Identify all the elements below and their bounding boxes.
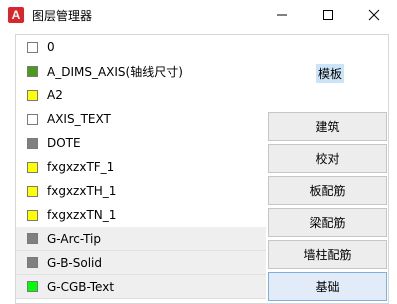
layer-name: A_DIMS_AXIS(轴线尺寸) [47,64,183,79]
layer-name: A2 [47,88,63,102]
layer-row[interactable]: 0 [16,35,388,59]
layer-color-swatch [27,233,38,244]
title-bar: A 图层管理器 [0,0,397,30]
layer-row[interactable]: G-B-Solid [16,251,266,275]
maximize-icon [323,10,333,20]
layer-row[interactable]: fxgxzxTF_1 [16,155,266,179]
app-icon: A [8,7,24,23]
maximize-button[interactable] [305,0,351,30]
window-title: 图层管理器 [32,9,93,23]
layer-color-swatch [27,185,38,197]
minimize-icon [277,14,287,16]
layer-color-swatch [27,41,38,53]
layer-row[interactable]: fxgxzxTN_1 [16,203,266,227]
layer-name: DOTE [47,136,81,150]
layer-row[interactable]: A2 [16,83,388,107]
button-jichu[interactable]: 基础 [268,272,387,301]
layer-color-swatch [27,257,38,268]
layer-color-swatch [27,65,38,77]
layer-name: fxgxzxTF_1 [47,160,115,174]
layer-color-swatch [27,113,38,125]
close-icon [368,9,380,21]
layer-row[interactable]: AXIS_TEXT [16,107,266,131]
template-label[interactable]: 模板 [316,64,345,83]
layer-color-swatch [27,161,38,173]
layer-row[interactable]: G-CGB-Text [16,275,266,299]
button-liangpeijin[interactable]: 梁配筋 [268,208,387,237]
layer-color-swatch [27,281,38,292]
layer-color-swatch [27,209,38,221]
layer-color-swatch [27,137,38,149]
layer-name: G-Arc-Tip [47,231,101,246]
layer-color-swatch [27,89,38,101]
button-jiaodui[interactable]: 校对 [268,144,387,173]
layer-row[interactable]: DOTE [16,131,266,155]
layer-name: fxgxzxTH_1 [47,184,117,198]
button-qiangzhupeijin[interactable]: 墙柱配筋 [268,240,387,269]
layer-name: G-CGB-Text [47,279,115,294]
layer-name: fxgxzxTN_1 [47,208,117,222]
minimize-button[interactable] [259,0,305,30]
layer-name: G-B-Solid [47,255,103,270]
close-button[interactable] [351,0,397,30]
layer-row[interactable]: fxgxzxTH_1 [16,179,266,203]
layer-name: AXIS_TEXT [47,112,111,126]
button-banpeijin[interactable]: 板配筋 [268,176,387,205]
layer-row[interactable]: G-Arc-Tip [16,227,266,251]
button-jianzhu[interactable]: 建筑 [268,112,387,141]
layer-list[interactable]: 0 A_DIMS_AXIS(轴线尺寸) A2 AXIS_TEXT DOTE fx… [15,34,389,304]
layer-name: 0 [47,40,55,54]
